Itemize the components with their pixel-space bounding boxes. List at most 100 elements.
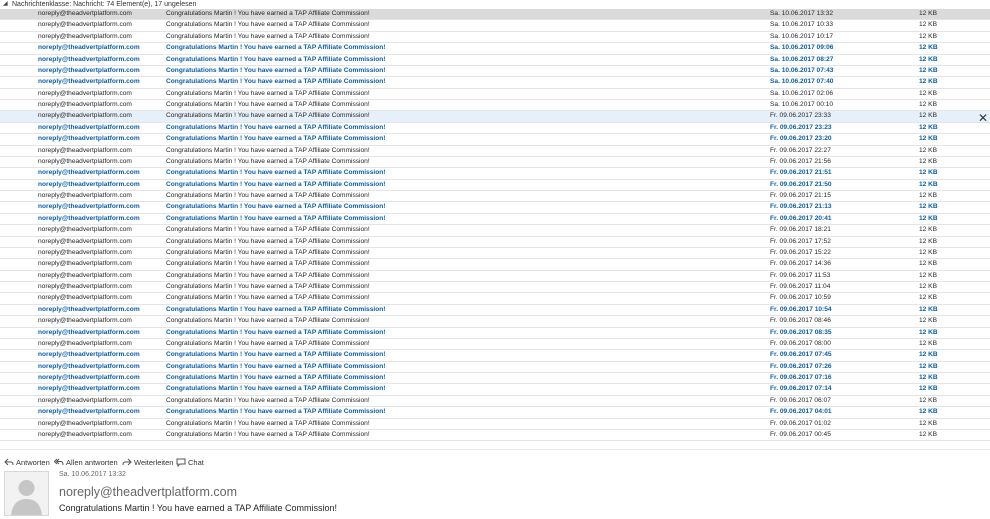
message-subject: Congratulations Martin ! You have earned…	[166, 66, 386, 74]
message-row[interactable]: noreply@theadvertplatform.com Congratulat…	[0, 77, 990, 89]
message-row[interactable]: noreply@theadvertplatform.com Congratulat…	[0, 123, 990, 135]
message-row[interactable]: noreply@theadvertplatform.com Congratulat…	[0, 100, 990, 112]
message-date: Sa. 10.06.2017 13:32	[770, 10, 834, 17]
message-size: 12 KB	[919, 328, 938, 336]
message-subject: Congratulations Martin ! You have earned…	[166, 385, 386, 393]
message-row[interactable]: noreply@theadvertplatform.com Congratulat…	[0, 396, 990, 408]
message-sender: noreply@theadvertplatform.com	[38, 10, 132, 17]
group-header[interactable]: ◢ Nachrichtenklasse: Nachricht: 74 Eleme…	[0, 0, 990, 9]
message-size: 12 KB	[919, 66, 938, 74]
reply-all-button[interactable]: Allen antworten	[53, 457, 118, 469]
message-subject: Congratulations Martin ! You have earned…	[166, 157, 370, 165]
message-sender: noreply@theadvertplatform.com	[38, 89, 132, 97]
message-row[interactable]: noreply@theadvertplatform.com Congratulat…	[0, 89, 990, 100]
divider	[0, 449, 990, 450]
message-row[interactable]: noreply@theadvertplatform.com Congratulat…	[0, 362, 990, 373]
delete-x-icon[interactable]: ✕	[978, 112, 988, 124]
message-date: Fr. 09.06.2017 21:51	[770, 169, 832, 177]
message-row[interactable]: noreply@theadvertplatform.com Congratulat…	[0, 419, 990, 430]
message-row[interactable]: noreply@theadvertplatform.com Congratulat…	[0, 305, 990, 317]
reply-label: Antworten	[16, 458, 50, 467]
message-row[interactable]: noreply@theadvertplatform.com Congratulat…	[0, 271, 990, 282]
message-row[interactable]: noreply@theadvertplatform.com Congratulat…	[0, 32, 990, 44]
message-size: 12 KB	[919, 146, 937, 154]
message-date: Fr. 09.06.2017 17:52	[770, 237, 831, 245]
message-date: Fr. 09.06.2017 23:23	[770, 123, 832, 131]
message-row[interactable]: noreply@theadvertplatform.com Congratulat…	[0, 111, 990, 123]
message-sender: noreply@theadvertplatform.com	[38, 203, 140, 211]
message-row[interactable]: noreply@theadvertplatform.com Congratulat…	[0, 191, 990, 203]
message-row[interactable]: noreply@theadvertplatform.com Congratulat…	[0, 66, 990, 78]
message-sender: noreply@theadvertplatform.com	[38, 192, 132, 199]
message-row[interactable]: noreply@theadvertplatform.com Congratulat…	[0, 282, 990, 294]
message-sender: noreply@theadvertplatform.com	[38, 374, 140, 381]
message-sender: noreply@theadvertplatform.com	[38, 226, 132, 234]
message-sender: noreply@theadvertplatform.com	[38, 112, 132, 120]
message-sender: noreply@theadvertplatform.com	[38, 283, 132, 290]
message-row[interactable]: noreply@theadvertplatform.com Congratulat…	[0, 20, 990, 32]
message-size: 12 KB	[919, 214, 938, 222]
message-row[interactable]: noreply@theadvertplatform.com Congratulat…	[0, 316, 990, 328]
message-size: 12 KB	[919, 89, 937, 97]
message-row[interactable]: noreply@theadvertplatform.com Congratulat…	[0, 202, 990, 214]
message-size: 12 KB	[919, 123, 938, 131]
message-subject: Congratulations Martin ! You have earned…	[166, 21, 370, 29]
message-row[interactable]: noreply@theadvertplatform.com Congratulat…	[0, 157, 990, 169]
sender-avatar[interactable]	[4, 471, 49, 516]
reply-button[interactable]: Antworten	[4, 457, 50, 469]
message-row[interactable]: noreply@theadvertplatform.com Congratulat…	[0, 134, 990, 146]
message-sender: noreply@theadvertplatform.com	[38, 339, 132, 347]
message-row[interactable]: noreply@theadvertplatform.com Congratulat…	[0, 384, 990, 396]
message-row[interactable]: noreply@theadvertplatform.com Congratulat…	[0, 214, 990, 226]
message-subject: Congratulations Martin ! You have earned…	[166, 112, 370, 120]
message-sender: noreply@theadvertplatform.com	[38, 430, 132, 438]
message-row[interactable]: noreply@theadvertplatform.com Congratulat…	[0, 180, 990, 191]
message-size: 12 KB	[919, 317, 937, 325]
preview-sender[interactable]: noreply@theadvertplatform.com	[59, 485, 237, 499]
message-row[interactable]: noreply@theadvertplatform.com Congratulat…	[0, 328, 990, 339]
message-sender: noreply@theadvertplatform.com	[38, 44, 140, 52]
message-row[interactable]: noreply@theadvertplatform.com Congratulat…	[0, 293, 990, 305]
message-sender: noreply@theadvertplatform.com	[38, 328, 140, 336]
message-row[interactable]: noreply@theadvertplatform.com Congratulat…	[0, 339, 990, 351]
message-sender: noreply@theadvertplatform.com	[38, 66, 140, 74]
message-row[interactable]: noreply@theadvertplatform.com Congratulat…	[0, 225, 990, 237]
message-row[interactable]: noreply@theadvertplatform.com Congratulat…	[0, 146, 990, 157]
message-subject: Congratulations Martin ! You have earned…	[166, 203, 386, 211]
message-size: 12 KB	[919, 283, 937, 290]
message-sender: noreply@theadvertplatform.com	[38, 385, 140, 393]
message-size: 12 KB	[919, 305, 938, 313]
message-subject: Congratulations Martin ! You have earned…	[166, 430, 370, 438]
message-row[interactable]: noreply@theadvertplatform.com Congratulat…	[0, 55, 990, 66]
message-row[interactable]: noreply@theadvertplatform.com Congratulat…	[0, 248, 990, 260]
message-row[interactable]: noreply@theadvertplatform.com Congratulat…	[0, 430, 990, 442]
message-date: Fr. 09.06.2017 21:13	[770, 203, 832, 211]
message-row[interactable]: noreply@theadvertplatform.com Congratulat…	[0, 373, 990, 385]
message-subject: Congratulations Martin ! You have earned…	[166, 123, 386, 131]
message-date: Fr. 09.06.2017 01:02	[770, 419, 831, 427]
message-date: Fr. 09.06.2017 06:07	[770, 396, 831, 404]
message-size: 12 KB	[919, 385, 938, 393]
message-date: Sa. 10.06.2017 07:43	[770, 66, 834, 74]
message-date: Fr. 09.06.2017 23:33	[770, 112, 831, 120]
collapse-triangle-icon[interactable]: ◢	[3, 0, 8, 9]
message-row[interactable]: noreply@theadvertplatform.com Congratulat…	[0, 407, 990, 419]
message-sender: noreply@theadvertplatform.com	[38, 21, 132, 29]
message-size: 12 KB	[919, 271, 937, 279]
message-sender: noreply@theadvertplatform.com	[38, 408, 140, 416]
group-header-label: Nachrichtenklasse: Nachricht: 74 Element…	[12, 1, 197, 8]
message-size: 12 KB	[919, 374, 938, 381]
message-sender: noreply@theadvertplatform.com	[38, 180, 140, 188]
message-row[interactable]: noreply@theadvertplatform.com Congratulat…	[0, 237, 990, 248]
message-row[interactable]: noreply@theadvertplatform.com Congratulat…	[0, 259, 990, 271]
forward-button[interactable]: Weiterleiten	[122, 457, 173, 469]
message-row[interactable]: noreply@theadvertplatform.com Congratulat…	[0, 9, 990, 21]
message-row[interactable]: noreply@theadvertplatform.com Congratulat…	[0, 350, 990, 362]
message-date: Fr. 09.06.2017 08:46	[770, 317, 831, 325]
message-row[interactable]: noreply@theadvertplatform.com Congratulat…	[0, 43, 990, 55]
message-date: Fr. 09.06.2017 14:36	[770, 260, 831, 268]
message-row[interactable]: noreply@theadvertplatform.com Congratulat…	[0, 168, 990, 180]
message-date: Fr. 09.06.2017 18:21	[770, 226, 831, 234]
message-date: Fr. 09.06.2017 22:27	[770, 146, 831, 154]
chat-button[interactable]: Chat	[176, 457, 204, 469]
